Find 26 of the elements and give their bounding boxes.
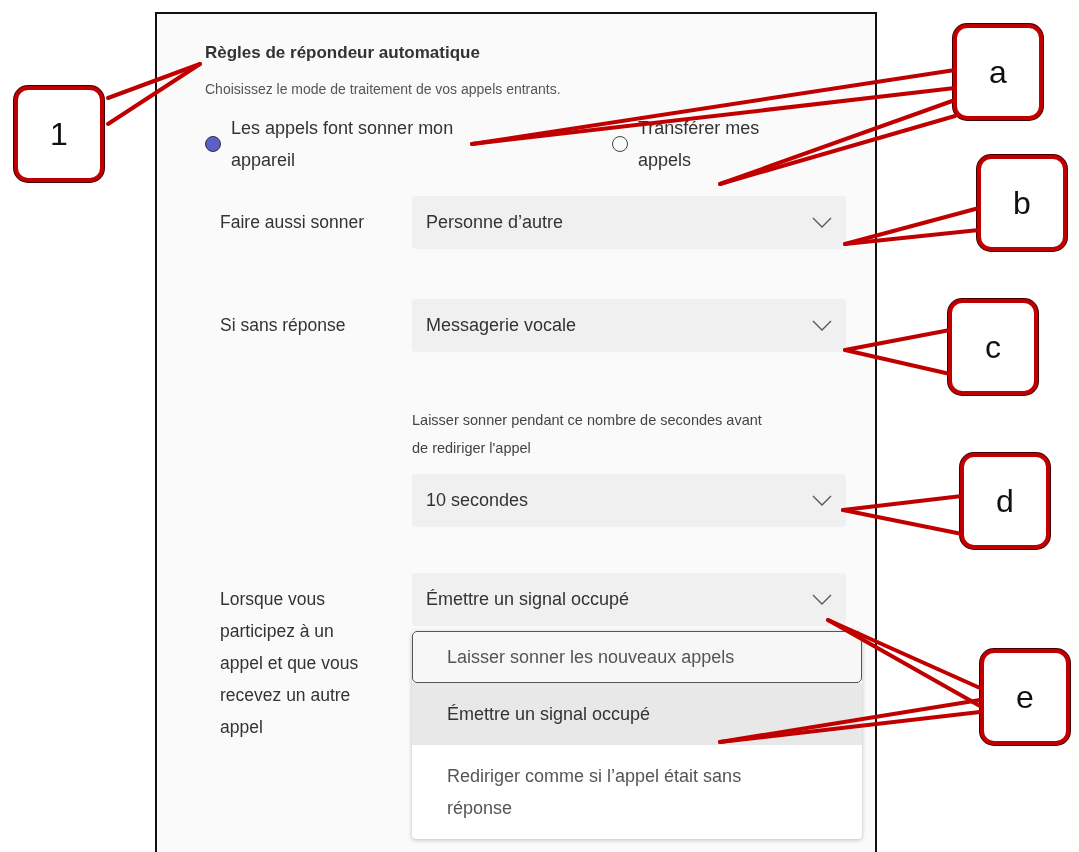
dropdown-select[interactable]: 10 secondes: [412, 473, 846, 527]
field-label: Faire aussi sonner: [220, 211, 364, 234]
callout-box: e: [980, 649, 1070, 745]
callout-box: a: [953, 24, 1043, 120]
radio-label: Transférer mes appels: [638, 116, 761, 172]
callout-box: 1: [14, 86, 104, 182]
description-text: Choisissez le mode de traitement de vos appels entrants.: [205, 79, 562, 99]
chevron-down-icon: [812, 494, 832, 506]
radio-label: Les appels font sonner mon appareil: [231, 116, 455, 172]
chevron-down-icon: [812, 319, 832, 331]
dropdown-option[interactable]: Rediriger comme si l’appel était sans réponse: [412, 744, 862, 839]
dropdown-option[interactable]: Émettre un signal occupé: [412, 682, 862, 745]
radio-button[interactable]: [205, 135, 221, 152]
callout-box: d: [960, 453, 1050, 549]
hint-text: Laisser sonner pendant ce nombre de secondes avant de rediriger l'appel: [412, 410, 763, 458]
field-label: Lorsque vous participez à un appel et que vous recevez un autre appel: [220, 587, 360, 739]
dropdown-select[interactable]: Personne d’autre: [412, 195, 846, 249]
dropdown-select[interactable]: Messagerie vocale: [412, 298, 846, 352]
callout-box: c: [948, 299, 1038, 395]
section-title: Règles de répondeur automatique: [205, 42, 481, 64]
dropdown-option[interactable]: Laisser sonner les nouveaux appels: [412, 630, 862, 683]
chevron-down-icon: [812, 593, 832, 605]
dropdown-select[interactable]: Émettre un signal occupé: [412, 572, 846, 626]
callout-box: b: [977, 155, 1067, 251]
field-label: Si sans réponse: [220, 314, 346, 337]
chevron-down-icon: [812, 216, 832, 228]
